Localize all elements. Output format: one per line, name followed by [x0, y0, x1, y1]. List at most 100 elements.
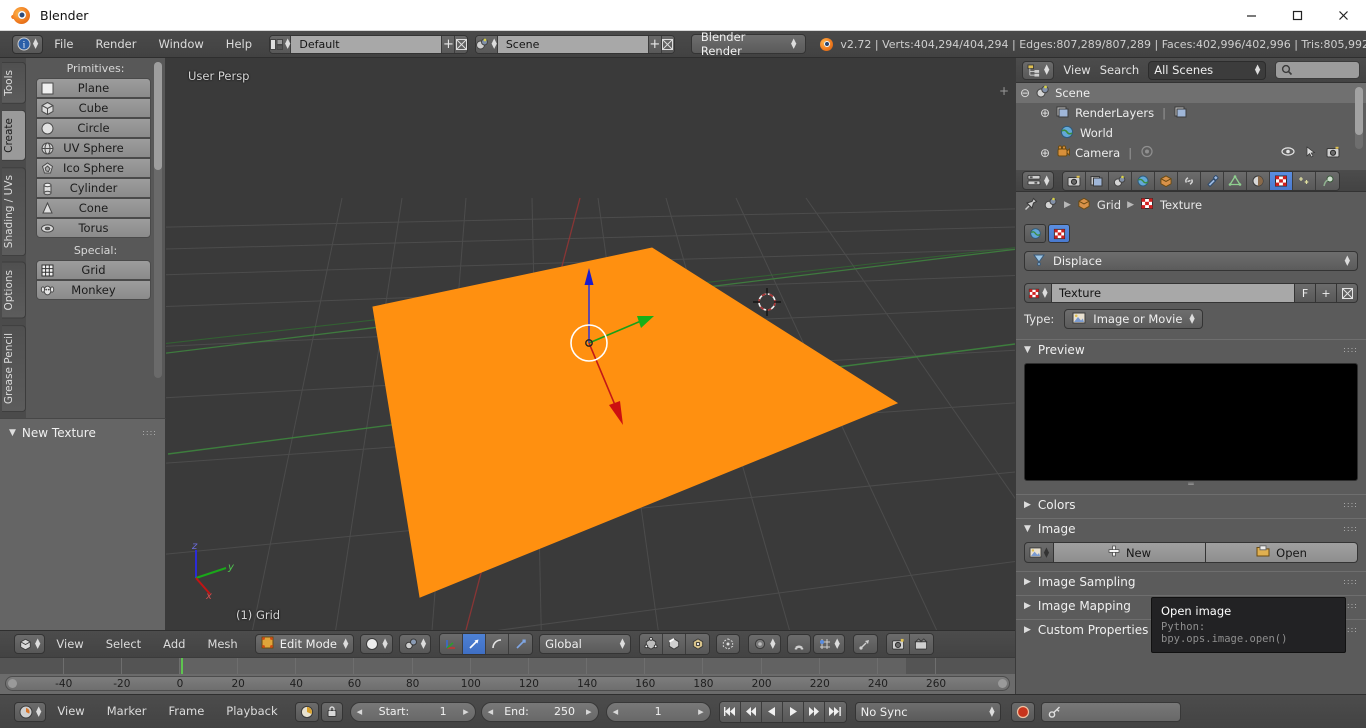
record-icon[interactable]: [1010, 701, 1035, 722]
jump-to-end-icon[interactable]: [824, 701, 846, 722]
add-ico-sphere-button[interactable]: Ico Sphere: [36, 158, 151, 178]
frame-start-field[interactable]: ◂ Start: 1 ▸: [349, 701, 476, 722]
sidebar-item-tools[interactable]: Tools: [2, 62, 26, 104]
tl-menu-marker[interactable]: Marker: [96, 698, 158, 725]
new-texture-button[interactable]: +: [1316, 283, 1337, 303]
snap-target-icon[interactable]: [852, 634, 878, 654]
camera-render-icon[interactable]: [1326, 146, 1340, 161]
snap-element-selector[interactable]: ▲ ▼: [812, 634, 845, 654]
outliner-menu-view[interactable]: View: [1063, 63, 1090, 77]
add-monkey-button[interactable]: Monkey: [36, 280, 151, 300]
scale-manipulator-icon[interactable]: [509, 634, 533, 654]
outliner-scrollbar[interactable]: [1355, 87, 1363, 149]
triangle-down-icon[interactable]: ▼: [1024, 345, 1031, 355]
editor-outliner-icon[interactable]: ▲ ▼: [1022, 60, 1055, 80]
data-tab-icon[interactable]: [1224, 171, 1248, 190]
outliner-row-world[interactable]: World: [1016, 123, 1366, 143]
vp-menu-mesh[interactable]: Mesh: [196, 631, 248, 658]
current-frame-field[interactable]: ◂ 1 ▸: [605, 701, 711, 722]
triangle-right-icon[interactable]: ▶: [1024, 577, 1031, 587]
jump-next-keyframe-icon[interactable]: [803, 701, 825, 722]
constraints-tab-icon[interactable]: [1178, 171, 1202, 190]
lock-icon[interactable]: [320, 701, 343, 722]
viewport-canvas[interactable]: [166, 58, 1015, 630]
editor-type-icon[interactable]: i ▲ ▼: [12, 34, 44, 54]
properties-tabs[interactable]: [1062, 170, 1341, 191]
new-texture-panel-header[interactable]: ▼ New Texture ::::: [0, 419, 165, 440]
render-opengl-anim-icon[interactable]: [909, 634, 933, 654]
breadcrumb-object-label[interactable]: Grid: [1097, 198, 1121, 212]
add-cube-button[interactable]: Cube: [36, 98, 151, 118]
manipulator-buttons[interactable]: [439, 633, 534, 655]
editor-3dview-icon[interactable]: ▲ ▼: [14, 634, 46, 654]
vp-menu-view[interactable]: View: [45, 631, 94, 658]
add-cone-button[interactable]: Cone: [36, 198, 151, 218]
pin-icon[interactable]: [1024, 197, 1038, 214]
cursor-arrow-icon[interactable]: [1305, 145, 1316, 161]
edge-select-icon[interactable]: [663, 634, 687, 654]
vp-menu-add[interactable]: Add: [152, 631, 196, 658]
3d-viewport[interactable]: User Persp (1) Grid z y x +: [166, 58, 1015, 630]
rotate-manipulator-icon[interactable]: [486, 634, 510, 654]
panel-header-preview[interactable]: ▼ Preview ::::: [1016, 339, 1366, 359]
image-datablock-icon[interactable]: ▲ ▼: [1024, 542, 1054, 563]
texture-datablock-icon[interactable]: ▲ ▼: [1024, 283, 1052, 303]
modifier-dropdown[interactable]: Displace ▲ ▼: [1024, 251, 1358, 271]
delete-scene-icon[interactable]: [660, 35, 674, 53]
eye-icon[interactable]: [1281, 146, 1295, 161]
pivot-point-selector[interactable]: ▲ ▼: [398, 634, 432, 654]
limit-selection-visible-icon[interactable]: [716, 634, 741, 654]
opengl-render-buttons[interactable]: [885, 633, 934, 655]
minimize-icon[interactable]: [1228, 0, 1274, 31]
add-grid-button[interactable]: Grid: [36, 260, 151, 280]
collapse-minus-icon[interactable]: ⊖: [1020, 86, 1030, 100]
scene-tab-icon[interactable]: [1109, 171, 1133, 190]
manipulator-toggle-icon[interactable]: [440, 634, 464, 654]
expand-plus-icon[interactable]: ⊕: [1040, 106, 1050, 120]
add-scene-icon[interactable]: +: [647, 35, 661, 53]
unlink-texture-button[interactable]: [1337, 283, 1358, 303]
outliner-row-scene[interactable]: ⊖ Scene: [1016, 83, 1366, 103]
breadcrumb-scene-icon[interactable]: [1044, 197, 1058, 213]
menu-window[interactable]: Window: [147, 31, 214, 58]
jump-prev-keyframe-icon[interactable]: [740, 701, 762, 722]
screen-layout-selector[interactable]: ▲ ▼ Default +: [269, 34, 469, 54]
panel-header-image[interactable]: ▼ Image ::::: [1016, 518, 1366, 538]
screen-layout-value[interactable]: Default: [291, 35, 442, 53]
timeline-playhead[interactable]: [181, 658, 183, 674]
timeline-track[interactable]: [0, 658, 1015, 674]
record-autokey-icon[interactable]: [294, 701, 319, 722]
preview-resize-grip[interactable]: ═: [1016, 481, 1366, 490]
transform-orientation-selector[interactable]: Global ▲ ▼: [539, 634, 632, 654]
object-tab-icon[interactable]: [1155, 171, 1179, 190]
playback-controls[interactable]: [718, 700, 847, 723]
snap-magnet-icon[interactable]: [786, 634, 811, 654]
jump-to-start-icon[interactable]: [719, 701, 741, 722]
frame-end-field[interactable]: ◂ End: 250 ▸: [480, 701, 599, 722]
texture-name-field[interactable]: Texture: [1052, 283, 1295, 303]
mesh-select-mode-buttons[interactable]: [639, 633, 711, 655]
panel-header-colors[interactable]: ▶ Colors ::::: [1016, 494, 1366, 514]
play-icon[interactable]: [782, 701, 804, 722]
renderlayers-tab-icon[interactable]: [1086, 171, 1110, 190]
modifiers-tab-icon[interactable]: [1201, 171, 1225, 190]
camera-data-icon[interactable]: [1140, 145, 1154, 161]
tl-menu-frame[interactable]: Frame: [157, 698, 215, 725]
scene-selector[interactable]: ▲ ▼ Scene +: [475, 34, 675, 54]
sidebar-item-grease-pencil[interactable]: Grease Pencil: [2, 324, 26, 412]
vp-menu-select[interactable]: Select: [95, 631, 152, 658]
open-image-button[interactable]: Open: [1206, 542, 1358, 563]
editor-timeline-icon[interactable]: ▲ ▼: [14, 701, 47, 722]
add-uv-sphere-button[interactable]: UV Sphere: [36, 138, 151, 158]
editor-properties-icon[interactable]: ▲ ▼: [1022, 171, 1055, 190]
breadcrumb-texture-label[interactable]: Texture: [1160, 198, 1202, 212]
add-plane-button[interactable]: Plane: [36, 78, 151, 98]
particles-tab-icon[interactable]: [1293, 171, 1317, 190]
expand-plus-icon[interactable]: ⊕: [1040, 146, 1050, 160]
keying-set-field[interactable]: [1040, 701, 1181, 722]
brush-texture-context-icon[interactable]: [1048, 224, 1070, 243]
menu-help[interactable]: Help: [215, 31, 263, 58]
viewport-shading-selector[interactable]: ▲ ▼: [360, 634, 393, 654]
renderlayers-data-icon[interactable]: [1174, 105, 1188, 121]
triangle-down-icon[interactable]: ▼: [9, 428, 16, 438]
